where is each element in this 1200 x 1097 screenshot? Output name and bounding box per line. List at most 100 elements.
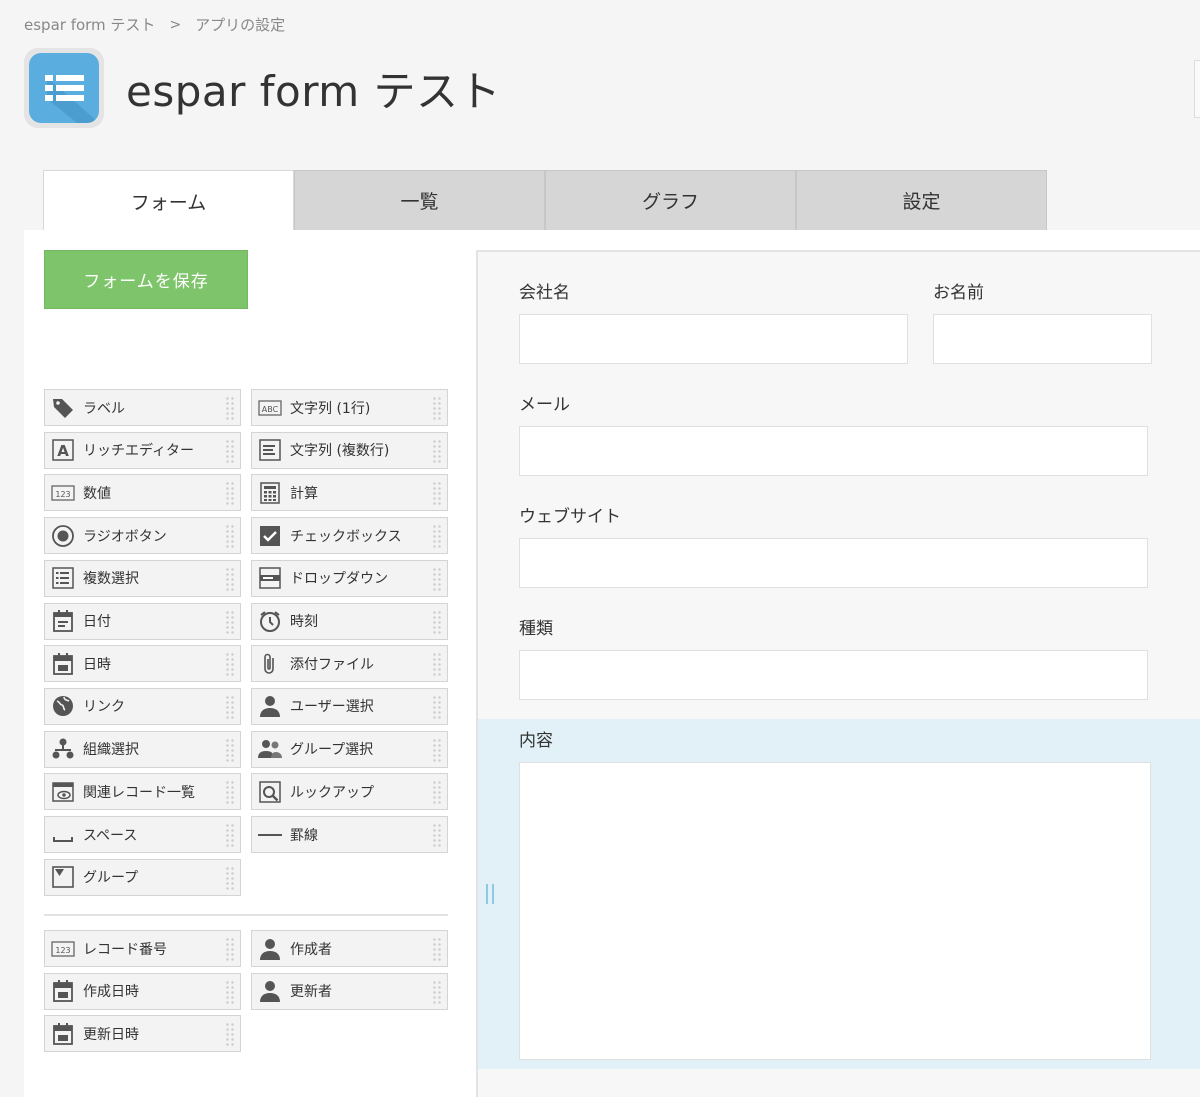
tab-list[interactable]: 一覧: [294, 170, 545, 230]
content-textarea[interactable]: [519, 762, 1151, 1060]
field-type-label: ラジオボタン: [83, 528, 167, 545]
breadcrumb: espar form テスト > アプリの設定: [24, 14, 285, 35]
field-type-label: ラベル: [83, 400, 125, 417]
drag-grip-icon: [225, 979, 235, 1004]
datetime-icon: [50, 978, 76, 1004]
palette-field-item[interactable]: 123 数値: [44, 474, 241, 512]
palette-field-item[interactable]: 文字列 (複数行): [251, 431, 448, 469]
field-type-label: リッチエディター: [83, 443, 195, 460]
palette-field-item[interactable]: A リッチエディター: [44, 431, 241, 469]
type-input[interactable]: [519, 650, 1148, 700]
field-type-label: 作成者: [290, 941, 332, 958]
drag-grip-icon: [225, 652, 235, 677]
field-type-label: レコード番号: [83, 941, 167, 958]
tab-graph[interactable]: グラフ: [545, 170, 796, 230]
email-input[interactable]: [519, 426, 1148, 476]
drag-grip-icon: [225, 566, 235, 591]
field-type-label: ルックアップ: [290, 784, 374, 801]
multiline-text-icon: [257, 437, 283, 463]
drag-grip-icon: [432, 823, 442, 847]
field-type-label: グループ選択: [290, 742, 374, 759]
number-icon: 123: [50, 936, 76, 962]
palette-field-item[interactable]: スペース: [44, 816, 241, 853]
clock-icon: [257, 608, 283, 634]
palette-field-item[interactable]: 罫線: [251, 816, 448, 853]
palette-field-item[interactable]: リンク: [44, 687, 241, 725]
name-input[interactable]: [933, 314, 1152, 364]
drag-grip-icon: [432, 438, 442, 463]
field-type-label: 文字列 (1行): [290, 400, 371, 417]
palette-field-item[interactable]: 組織選択: [44, 730, 241, 768]
field-type-label: スペース: [83, 827, 138, 844]
palette-field-item[interactable]: ルックアップ: [251, 773, 448, 811]
palette-field-item[interactable]: 添付ファイル: [251, 645, 448, 683]
field-label-name: お名前: [933, 283, 984, 303]
palette-field-item[interactable]: グループ選択: [251, 730, 448, 768]
user-icon: [257, 978, 283, 1004]
radio-icon: [50, 523, 76, 549]
field-label-content: 内容: [519, 731, 553, 751]
drag-grip-icon: [432, 694, 442, 719]
field-label-company: 会社名: [519, 283, 570, 303]
breadcrumb-separator: >: [169, 16, 182, 33]
line-icon: [257, 822, 283, 848]
palette-system-field-item[interactable]: 123 レコード番号: [44, 930, 241, 967]
calculator-icon: [257, 480, 283, 506]
palette-field-item[interactable]: ラベル: [44, 389, 241, 426]
field-type-label: 組織選択: [83, 742, 139, 759]
app-header: espar form テスト: [24, 48, 501, 128]
drag-grip-icon: [225, 396, 235, 420]
website-input[interactable]: [519, 538, 1148, 588]
breadcrumb-current: アプリの設定: [195, 16, 286, 34]
palette-field-item[interactable]: 日時: [44, 645, 241, 683]
palette-field-item[interactable]: 日付: [44, 602, 241, 640]
tab-form[interactable]: フォーム: [43, 170, 294, 231]
drag-grip-icon: [225, 865, 235, 890]
datetime-icon: [50, 1021, 76, 1047]
space-icon: [50, 822, 76, 848]
palette-system-field-item[interactable]: 作成日時: [44, 972, 241, 1010]
field-label-website: ウェブサイト: [519, 507, 621, 527]
field-type-label: 関連レコード一覧: [83, 784, 195, 801]
field-label-email: メール: [519, 395, 570, 415]
company-name-input[interactable]: [519, 314, 908, 364]
palette-field-item[interactable]: 複数選択: [44, 559, 241, 597]
palette-field-item[interactable]: チェックボックス: [251, 517, 448, 555]
field-type-label: ドロップダウン: [290, 571, 388, 588]
palette-system-field-item[interactable]: 更新日時: [44, 1015, 241, 1053]
palette-field-item[interactable]: ドロップダウン: [251, 559, 448, 597]
breadcrumb-app-link[interactable]: espar form テスト: [24, 14, 155, 35]
palette-field-item[interactable]: ABC 文字列 (1行): [251, 389, 448, 426]
drag-handle[interactable]: [486, 884, 494, 904]
drag-grip-icon: [432, 566, 442, 591]
palette-field-item[interactable]: ユーザー選択: [251, 687, 448, 725]
save-form-button[interactable]: フォームを保存: [44, 250, 248, 309]
tab-settings[interactable]: 設定: [796, 170, 1047, 230]
drag-grip-icon: [225, 780, 235, 805]
palette-field-item[interactable]: 関連レコード一覧: [44, 773, 241, 811]
field-label-type: 種類: [519, 619, 553, 639]
field-type-label: 数値: [83, 485, 111, 502]
field-type-label: 作成日時: [83, 984, 139, 1001]
page-title: espar form テスト: [126, 66, 502, 116]
field-type-label: リンク: [83, 699, 125, 716]
palette-field-item[interactable]: グループ: [44, 858, 241, 896]
field-palette: フォームを保存 ラベル ABC 文字列 (1行) A リッチエディター 文字列 (複数行)…: [44, 250, 454, 1053]
drag-grip-icon: [432, 937, 442, 961]
palette-system-field-item[interactable]: 作成者: [251, 930, 448, 967]
palette-field-item[interactable]: 計算: [251, 474, 448, 512]
field-type-label: チェックボックス: [290, 528, 402, 545]
field-type-label: 罫線: [290, 827, 318, 844]
palette-field-item[interactable]: ラジオボタン: [44, 517, 241, 555]
palette-system-field-item[interactable]: 更新者: [251, 972, 448, 1010]
field-type-label: 文字列 (複数行): [290, 443, 390, 460]
drag-grip-icon: [432, 481, 442, 506]
drag-grip-icon: [225, 937, 235, 961]
drag-grip-icon: [225, 438, 235, 463]
abc-icon: ABC: [257, 395, 283, 421]
drag-grip-icon: [225, 524, 235, 549]
palette-field-item[interactable]: 時刻: [251, 602, 448, 640]
drag-grip-icon: [225, 694, 235, 719]
tag-icon: [50, 395, 76, 421]
svg-text:123: 123: [55, 946, 70, 955]
